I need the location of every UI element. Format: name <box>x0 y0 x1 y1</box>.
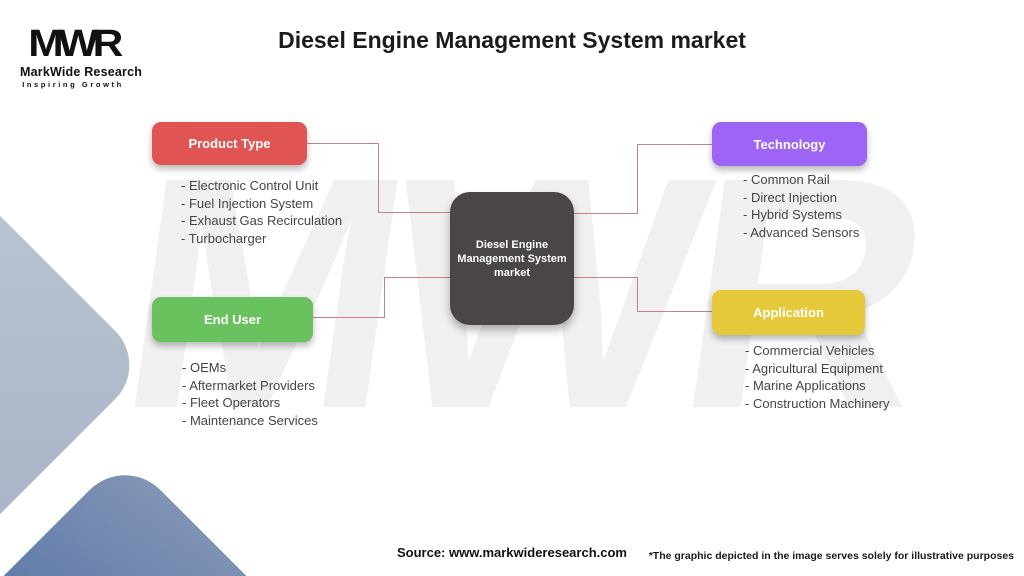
list-item: Exhaust Gas Recirculation <box>181 212 342 230</box>
list-item: Commercial Vehicles <box>745 342 890 360</box>
connector-line <box>637 144 638 214</box>
list-item: OEMs <box>182 359 318 377</box>
list-item: Fuel Injection System <box>181 195 342 213</box>
central-market-box-line: Diesel Engine <box>475 238 549 251</box>
central-market-box-line: Management System <box>457 252 567 265</box>
list-item: Common Rail <box>743 171 859 189</box>
technology-label: Technology <box>753 136 826 152</box>
connector-line <box>574 213 637 214</box>
list-item: Advanced Sensors <box>743 224 859 242</box>
connector-line <box>378 212 450 213</box>
connector-line <box>307 143 378 144</box>
application-list: Commercial Vehicles Agricultural Equipme… <box>745 342 890 413</box>
logo-company-name: MarkWide Research <box>20 65 143 79</box>
list-item: Maintenance Services <box>182 412 318 430</box>
logo-tagline: Inspiring Growth <box>22 80 124 89</box>
disclaimer-text: *The graphic depicted in the image serve… <box>648 550 1014 562</box>
technology-list: Common Rail Direct Injection Hybrid Syst… <box>743 171 859 241</box>
technology-box: Technology <box>712 122 867 166</box>
application-box: Application <box>712 290 865 335</box>
connector-line <box>378 143 379 213</box>
end-user-label: End User <box>203 312 262 327</box>
end-user-box: End User <box>152 297 313 342</box>
product-type-box: Product Type <box>152 122 307 165</box>
product-type-label: Product Type <box>188 136 271 151</box>
end-user-list: OEMs Aftermarket Providers Fleet Operato… <box>182 359 318 429</box>
list-item: Construction Machinery <box>745 395 890 413</box>
connector-line <box>637 144 712 145</box>
central-market-box-line: market <box>493 266 531 279</box>
central-market-box: Diesel Engine Management System market <box>450 192 574 325</box>
connector-line <box>384 277 385 318</box>
list-item: Hybrid Systems <box>743 206 859 224</box>
connector-line <box>384 277 450 278</box>
list-item: Agricultural Equipment <box>745 360 890 378</box>
list-item: Direct Injection <box>743 189 859 207</box>
product-type-list: Electronic Control Unit Fuel Injection S… <box>181 177 342 247</box>
list-item: Fleet Operators <box>182 394 318 412</box>
list-item: Electronic Control Unit <box>181 177 342 195</box>
list-item: Marine Applications <box>745 377 890 395</box>
list-item: Aftermarket Providers <box>182 377 318 395</box>
diagram-canvas: MWR MWR MarkWide Research Inspiring Grow… <box>0 0 1024 576</box>
connector-line <box>637 277 638 311</box>
connector-line <box>574 277 637 278</box>
connector-line <box>637 311 712 312</box>
connector-line <box>313 317 384 318</box>
list-item: Turbocharger <box>181 230 342 248</box>
page-title: Diesel Engine Management System market <box>278 27 746 53</box>
application-label: Application <box>753 305 824 320</box>
